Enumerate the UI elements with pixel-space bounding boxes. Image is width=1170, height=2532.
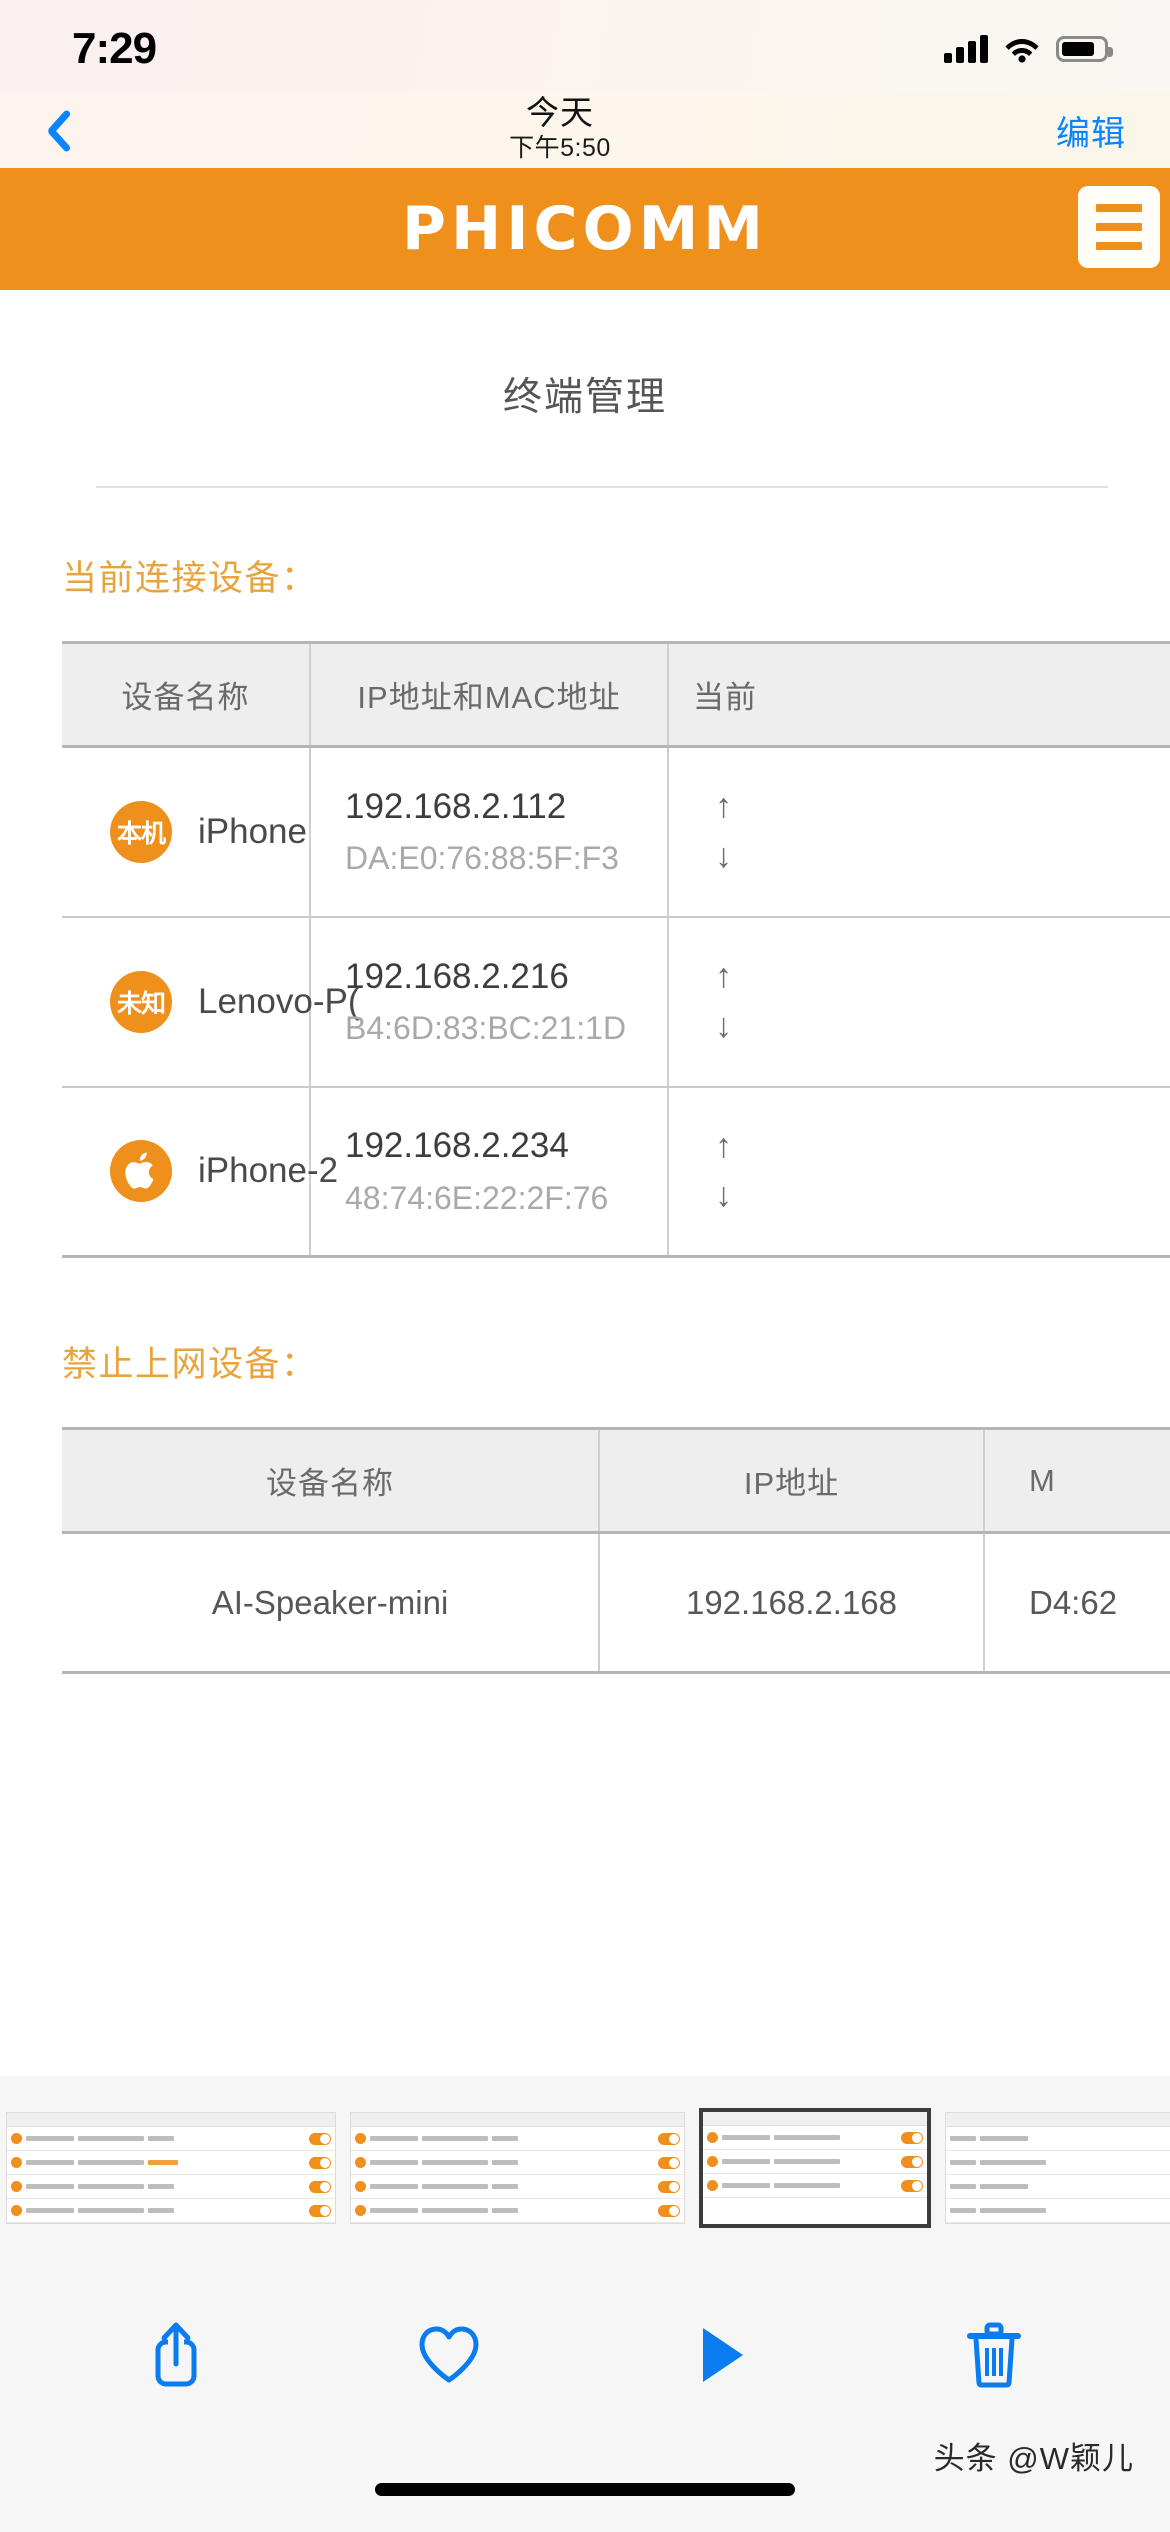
home-indicator[interactable] (375, 2483, 795, 2496)
status-bar-time: 7:29 (72, 24, 157, 73)
download-arrow-icon: ↓ (715, 1006, 732, 1045)
device-ip: 192.168.2.112 (345, 786, 567, 826)
table-header-row: 设备名称 IP地址和MAC地址 当前 (62, 641, 1170, 748)
table-row[interactable]: 本机 iPhone 192.168.2.112 DA:E0:76:88:5F:F… (62, 746, 1170, 918)
wifi-icon (1004, 35, 1040, 63)
watermark: 头条 @W颖儿 (933, 2441, 1134, 2476)
router-page-title: 终端管理 (502, 376, 667, 419)
battery-icon (1056, 36, 1113, 62)
device-badge-unknown: 未知 (110, 970, 172, 1033)
device-badge-local: 本机 (110, 800, 172, 863)
viewed-photo[interactable]: PHICOMM 终端管理 当前连接设备： 设备名称 IP地址和MAC地址 当前 (0, 168, 1170, 2076)
download-arrow-icon: ↓ (715, 1176, 732, 1215)
chevron-left-icon[interactable] (30, 103, 74, 157)
filmstrip-thumbnail[interactable] (945, 2112, 1170, 2224)
column-header-ip: IP地址 (599, 1427, 985, 1534)
table-row[interactable]: iPhone-2 192.168.2.234 48:74:6E:22:2F:76… (62, 1086, 1170, 1258)
table-row[interactable]: 未知 Lenovo-P( 192.168.2.216 B4:6D:83:BC:2… (62, 916, 1170, 1088)
column-header-device-name: 设备名称 (62, 641, 311, 748)
status-bar: 7:29 (0, 0, 1170, 92)
hamburger-menu-icon[interactable] (1078, 186, 1160, 268)
cell-ip-mac: 192.168.2.216 B4:6D:83:BC:21:1D (310, 916, 669, 1088)
apple-logo-icon (110, 1140, 172, 1203)
device-ip: 192.168.2.234 (345, 1126, 569, 1166)
device-name: Lenovo-P( (198, 981, 360, 1021)
table-header-row: 设备名称 IP地址 M (62, 1427, 1170, 1534)
blocked-devices-label: 禁止上网设备： (62, 1345, 318, 1384)
photos-toolbar (0, 2260, 1170, 2450)
device-mac: B4:6D:83:BC:21:1D (345, 1009, 627, 1046)
device-mac: 48:74:6E:22:2F:76 (345, 1179, 609, 1216)
heart-icon[interactable] (404, 2307, 494, 2403)
cell-device: iPhone-2 (62, 1086, 338, 1258)
cell-device: 本机 iPhone (62, 746, 311, 918)
cell-mac: D4:62 (984, 1532, 1170, 1674)
download-arrow-icon: ↓ (715, 836, 732, 875)
device-name: iPhone-2 (198, 1151, 339, 1191)
device-ip: 192.168.2.216 (345, 956, 569, 996)
device-mac: DA:E0:76:88:5F:F3 (345, 840, 619, 877)
cell-ip: 192.168.2.168 (599, 1532, 985, 1674)
connected-devices-label: 当前连接设备： (62, 559, 318, 598)
cell-ip-mac: 192.168.2.112 DA:E0:76:88:5F:F3 (310, 746, 669, 918)
cell-speed: ↑ ↓ (668, 746, 1170, 918)
edit-button[interactable]: 编辑 (1056, 106, 1126, 155)
page-subtitle: 下午5:50 (509, 134, 611, 163)
photo-filmstrip[interactable] (0, 2076, 1170, 2260)
column-header-device-name: 设备名称 (62, 1427, 600, 1534)
filmstrip-thumbnail[interactable] (350, 2112, 685, 2224)
status-bar-indicators (944, 35, 1113, 63)
connected-devices-table: 设备名称 IP地址和MAC地址 当前 本机 iPhone 192.168.2.1… (62, 641, 1170, 1258)
photos-nav-bar: 今天 下午5:50 编辑 (0, 92, 1170, 168)
phicomm-logo: PHICOMM (402, 194, 768, 264)
filmstrip-thumbnail[interactable] (6, 2112, 336, 2224)
upload-arrow-icon: ↑ (715, 787, 732, 826)
router-page-content: 终端管理 当前连接设备： 设备名称 IP地址和MAC地址 当前 本机 iPhon… (0, 290, 1170, 2070)
column-header-mac: M (984, 1427, 1170, 1534)
cellular-signal-icon (944, 35, 988, 63)
phicomm-brand-bar: PHICOMM (0, 168, 1170, 290)
page-title: 今天 (526, 94, 594, 132)
cell-speed: ↑ ↓ (668, 1086, 1170, 1258)
share-icon[interactable] (131, 2307, 221, 2403)
table-row[interactable]: AI-Speaker-mini 192.168.2.168 D4:62 (62, 1532, 1170, 1674)
blocked-devices-table: 设备名称 IP地址 M AI-Speaker-mini 192.168.2.16… (62, 1427, 1170, 1674)
upload-arrow-icon: ↑ (715, 957, 732, 996)
play-icon[interactable] (676, 2307, 766, 2403)
cell-device: 未知 Lenovo-P( (62, 916, 359, 1088)
cell-ip-mac: 192.168.2.234 48:74:6E:22:2F:76 (310, 1086, 669, 1258)
cell-device-name: AI-Speaker-mini (62, 1532, 600, 1674)
column-header-ip-mac: IP地址和MAC地址 (310, 641, 669, 748)
nav-title-group: 今天 下午5:50 (64, 94, 1056, 164)
trash-icon[interactable] (949, 2307, 1039, 2403)
filmstrip-thumbnail-selected[interactable] (699, 2108, 931, 2228)
upload-arrow-icon: ↑ (715, 1126, 732, 1165)
cell-speed: ↑ ↓ (668, 916, 1170, 1088)
device-name: iPhone (198, 811, 307, 851)
column-header-current: 当前 (668, 641, 1170, 748)
